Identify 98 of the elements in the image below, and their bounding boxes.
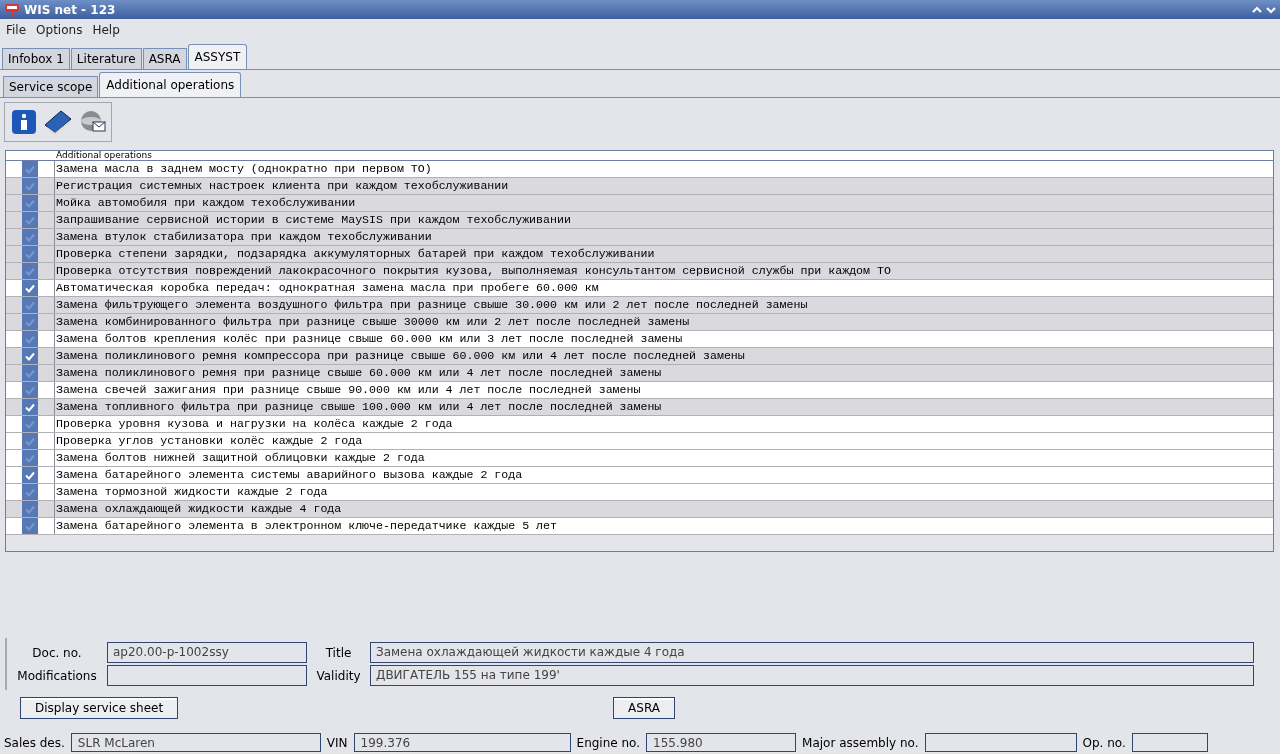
checkbox[interactable] [22, 467, 38, 483]
menu-item[interactable]: Options [32, 21, 87, 39]
table-row[interactable]: Замена топливного фильтра при разнице свыше 100.000 км или 4 лет после последней замены [6, 399, 1273, 416]
checkbox[interactable] [22, 365, 38, 381]
checkbox[interactable] [22, 399, 38, 415]
operation-text: Замена фильтрующего элемента воздушного фильтра при разнице свыше 30.000 км или 2 лет после последней замены [55, 297, 808, 313]
mail-icon[interactable] [79, 109, 107, 135]
tab[interactable]: Infobox 1 [2, 48, 70, 69]
checkbox[interactable] [22, 195, 38, 211]
tab[interactable]: Service scope [3, 76, 99, 97]
table-row[interactable]: Проверка степени зарядки, подзарядка аккумуляторных батарей при каждом техобслуживании [6, 246, 1273, 263]
table-row[interactable]: Проверка углов установки колёс каждые 2 года [6, 433, 1273, 450]
operation-text: Мойка автомобиля при каждом техобслуживании [55, 195, 356, 211]
table-row[interactable]: Замена болтов крепления колёс при разнице свыше 60.000 км или 3 лет после последней замены [6, 331, 1273, 348]
action-button[interactable]: ASRA [613, 697, 675, 719]
field-label: Major assembly no. [802, 735, 919, 750]
field-label: VIN [326, 735, 348, 750]
operation-text: Запрашивание сервисной истории в системе MaySIS при каждом техобслуживании [55, 212, 571, 228]
status-field: 155.980 [646, 733, 797, 752]
table-row[interactable]: Замена масла в заднем мосту (однократно при первом ТО) [6, 161, 1273, 178]
table-row[interactable]: Замена фильтрующего элемента воздушного фильтра при разнице свыше 30.000 км или 2 лет после последней замены [6, 297, 1273, 314]
operation-text: Замена батарейного элемента в электронном ключе-передатчике каждые 5 лет [55, 518, 557, 534]
table-row[interactable]: Замена свечей зажигания при разнице свыше 90.000 км или 4 лет после последней замены [6, 382, 1273, 399]
checkbox[interactable] [22, 297, 38, 313]
checkbox[interactable] [22, 518, 38, 534]
field-label: Sales des. [4, 735, 65, 750]
table-row[interactable]: Запрашивание сервисной истории в системе MaySIS при каждом техобслуживании [6, 212, 1273, 229]
doc-no-field: ap20.00-p-1002ssy [107, 642, 307, 663]
table-row[interactable]: Замена поликлинового ремня при разнице свыше 60.000 км или 4 лет после последней замены [6, 365, 1273, 382]
checkbox[interactable] [22, 246, 38, 262]
table-row[interactable]: Замена поликлинового ремня компрессора при разнице свыше 60.000 км или 4 лет после последней замены [6, 348, 1273, 365]
table-row[interactable]: Замена батарейного элемента системы аварийного вызова каждые 2 года [6, 467, 1273, 484]
operation-text: Регистрация системных настроек клиента при каждом техобслуживании [55, 178, 509, 194]
table-row[interactable]: Проверка отсутствия повреждений лакокрасочного покрытия кузова, выполняемая консультантом сервисной службы при каждом ТО [6, 263, 1273, 280]
operation-text: Проверка степени зарядки, подзарядка аккумуляторных батарей при каждом техобслуживании [55, 246, 655, 262]
operation-text: Замена втулок стабилизатора при каждом техобслуживании [55, 229, 432, 245]
menu-item[interactable]: File [2, 21, 31, 39]
info-icon[interactable] [11, 109, 37, 135]
operation-text: Замена тормозной жидкости каждые 2 года [55, 484, 328, 500]
maximize-icon[interactable] [1266, 5, 1276, 14]
table-row[interactable]: Замена комбинированного фильтра при разнице свыше 30000 км или 2 лет после последней замены [6, 314, 1273, 331]
operation-text: Проверка уровня кузова и нагрузки на колёса каждые 2 года [55, 416, 453, 432]
checkbox[interactable] [22, 450, 38, 466]
checkbox[interactable] [22, 280, 38, 296]
table-row[interactable]: Замена охлаждающей жидкости каждые 4 года [6, 501, 1273, 518]
operation-text: Проверка отсутствия повреждений лакокрасочного покрытия кузова, выполняемая консультантом сервисной службы при каждом ТО [55, 263, 891, 279]
checkbox[interactable] [22, 348, 38, 364]
checkbox[interactable] [22, 161, 38, 177]
field-label: Modifications [16, 668, 98, 683]
operation-text: Замена охлаждающей жидкости каждые 4 года [55, 501, 342, 517]
table-row[interactable]: Проверка уровня кузова и нагрузки на колёса каждые 2 года [6, 416, 1273, 433]
table-row[interactable]: Замена болтов нижней защитной облицовки каждые 2 года [6, 450, 1273, 467]
menu-item[interactable]: Help [88, 21, 124, 39]
tab[interactable]: Literature [70, 48, 142, 69]
column-header: Additional operations [56, 151, 152, 160]
title-field: Замена охлаждающей жидкости каждые 4 года [370, 642, 1254, 663]
field-label: Doc. no. [31, 645, 83, 660]
field-label: Op. no. [1082, 735, 1126, 750]
tab[interactable]: Additional operations [99, 72, 242, 97]
checkbox[interactable] [22, 416, 38, 432]
checkbox[interactable] [22, 331, 38, 347]
checkbox[interactable] [22, 501, 38, 517]
operation-text: Замена батарейного элемента системы аварийного вызова каждые 2 года [55, 467, 523, 483]
status-field: SLR McLaren [70, 733, 321, 752]
tab[interactable]: ASSYST [187, 44, 248, 69]
checkbox[interactable] [22, 382, 38, 398]
action-button[interactable]: Display service sheet [20, 697, 179, 719]
operation-text: Замена комбинированного фильтра при разнице свыше 30000 км или 2 лет после последней замены [55, 314, 690, 330]
checkbox[interactable] [22, 178, 38, 194]
checkbox[interactable] [22, 314, 38, 330]
field-label: Engine no. [576, 735, 641, 750]
operation-text: Замена поликлинового ремня компрессора при разнице свыше 60.000 км или 4 лет после последней замены [55, 348, 745, 364]
table-row[interactable]: Замена втулок стабилизатора при каждом техобслуживании [6, 229, 1273, 246]
operation-text: Замена болтов крепления колёс при разнице свыше 60.000 км или 3 лет после последней замены [55, 331, 683, 347]
checkbox[interactable] [22, 433, 38, 449]
checkbox[interactable] [22, 263, 38, 279]
window-title: WIS net - 123 [24, 2, 117, 17]
minimize-icon[interactable] [1252, 5, 1262, 14]
operation-text: Замена свечей зажигания при разнице свыше 90.000 км или 4 лет после последней замены [55, 382, 641, 398]
operation-text: Замена топливного фильтра при разнице свыше 100.000 км или 4 лет после последней замены [55, 399, 662, 415]
table-row[interactable]: Замена батарейного элемента в электронном ключе-передатчике каждые 5 лет [6, 518, 1273, 535]
field-label: Validity [315, 668, 362, 683]
validity-field: ДВИГАТЕЛЬ 155 на типе 199' [370, 665, 1254, 686]
table-row[interactable]: Замена тормозной жидкости каждые 2 года [6, 484, 1273, 501]
operation-text: Замена поликлинового ремня при разнице свыше 60.000 км или 4 лет после последней замены [55, 365, 662, 381]
field-label: Title [324, 645, 353, 660]
table-row[interactable]: Автоматическая коробка передач: однократная замена масла при пробеге 60.000 км [6, 280, 1273, 297]
table-row[interactable]: Мойка автомобиля при каждом техобслуживании [6, 195, 1273, 212]
operation-text: Замена болтов нижней защитной облицовки каждые 2 года [55, 450, 425, 466]
operation-text: Проверка углов установки колёс каждые 2 года [55, 433, 363, 449]
checkbox[interactable] [22, 212, 38, 228]
operation-text: Замена масла в заднем мосту (однократно при первом ТО) [55, 161, 432, 177]
table-row[interactable]: Регистрация системных настроек клиента при каждом техобслуживании [6, 178, 1273, 195]
checkbox[interactable] [22, 484, 38, 500]
checkbox[interactable] [22, 229, 38, 245]
operation-text: Автоматическая коробка передач: однократная замена масла при пробеге 60.000 км [55, 280, 599, 296]
status-field: 199.376 [353, 733, 571, 752]
tab[interactable]: ASRA [142, 48, 187, 69]
